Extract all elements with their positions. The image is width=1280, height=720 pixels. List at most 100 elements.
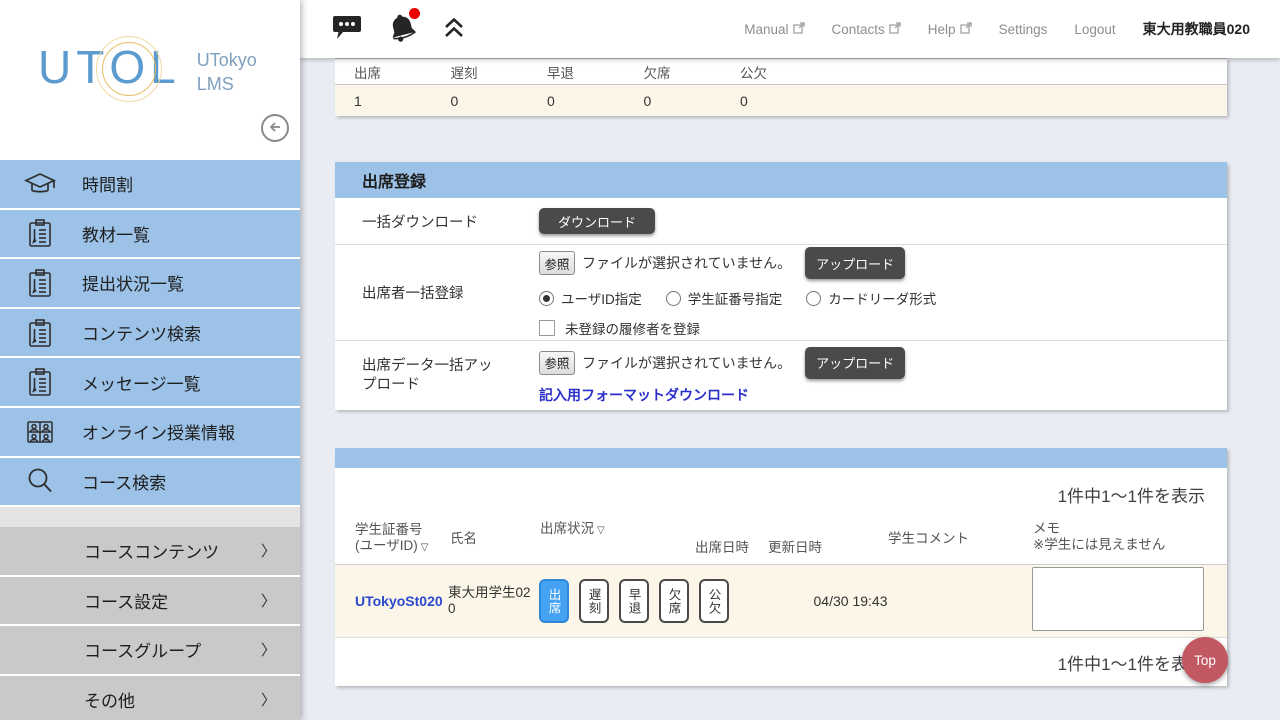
topbar: Manual Contacts Help Settings Logout 東 (300, 0, 1280, 58)
summary-col-header: 出席 (354, 62, 451, 82)
summary-value-row: 1 0 0 0 0 (335, 85, 1227, 116)
sidebar-item-messages[interactable]: メッセージ一覧 (0, 358, 300, 408)
col-update-date: 更新日時 (768, 540, 822, 556)
sort-icon: ▽ (597, 525, 605, 536)
status-button-late[interactable]: 遅刻 (579, 579, 609, 623)
status-button-excused[interactable]: 公欠 (699, 579, 729, 623)
logo-sub-line1: UTokyo (197, 48, 257, 72)
sidebar-item-label: 教材一覧 (82, 221, 150, 246)
summary-value: 0 (451, 93, 548, 109)
sidebar-collapse-button[interactable] (261, 114, 289, 142)
sidebar-item-label: コンテンツ検索 (82, 320, 201, 345)
col-memo: メモ ※学生には見えません (1033, 521, 1165, 553)
link-label: Settings (999, 22, 1048, 37)
sidebar-item-label: コースコンテンツ (84, 538, 219, 563)
sidebar-item-label: コース検索 (82, 469, 166, 494)
upload-button[interactable]: アップロード (805, 347, 905, 379)
result-count-bottom: 1件中1〜1件を表示 (335, 638, 1227, 686)
external-link-icon (889, 22, 901, 37)
external-link-icon (793, 22, 805, 37)
bulk-download-row: 一括ダウンロード ダウンロード (335, 198, 1227, 245)
collapse-topbar-button[interactable] (442, 16, 466, 43)
radio-student-number[interactable] (666, 291, 681, 306)
download-button[interactable]: ダウンロード (539, 208, 655, 234)
sidebar-item-label: コースグループ (84, 637, 201, 662)
col-student-id[interactable]: 学生証番号 (ユーザID)▽ (355, 522, 428, 554)
logo-part2: O (109, 40, 150, 94)
attendance-register-panel: 出席登録 一括ダウンロード ダウンロード 出席者一括登録 参照 ファイルが選択さ… (335, 162, 1227, 410)
clipboard-icon (22, 317, 58, 349)
student-row: UTokyoSt020 東大用学生020 出席 遅刻 早退 欠席 公欠 04/3… (335, 565, 1227, 638)
upload-button[interactable]: アップロード (805, 247, 905, 279)
summary-col-header: 欠席 (644, 62, 741, 82)
radio-label: ユーザID指定 (561, 288, 642, 308)
sidebar-item-label: 提出状況一覧 (82, 270, 184, 295)
summary-value: 0 (740, 93, 837, 109)
sidebar-item-course-contents[interactable]: コースコンテンツ 〉 (0, 527, 300, 577)
status-button-group: 出席 遅刻 早退 欠席 公欠 (539, 579, 769, 623)
logo-subtitle: UTokyo LMS (197, 48, 257, 97)
status-button-absent[interactable]: 欠席 (659, 579, 689, 623)
chat-button[interactable] (332, 14, 362, 44)
summary-col-header: 遅刻 (451, 62, 548, 82)
contacts-link[interactable]: Contacts (832, 22, 901, 37)
manual-link[interactable]: Manual (744, 22, 804, 37)
logout-link[interactable]: Logout (1074, 22, 1115, 37)
status-button-present[interactable]: 出席 (539, 579, 569, 623)
summary-value: 0 (547, 93, 644, 109)
link-label: Manual (744, 22, 788, 37)
memo-cell (1032, 567, 1227, 636)
chevron-right-icon: 〉 (261, 689, 276, 710)
browse-file-button[interactable]: 参照 (539, 251, 575, 275)
radio-card-reader[interactable] (806, 291, 821, 306)
sidebar-item-course-search[interactable]: コース検索 (0, 458, 300, 508)
row-label: 一括ダウンロード (335, 198, 539, 244)
format-download-link[interactable]: 記入用フォーマットダウンロード (539, 385, 749, 405)
sidebar-item-content-search[interactable]: コンテンツ検索 (0, 309, 300, 359)
update-datetime: 04/30 19:43 (769, 593, 932, 609)
logo-text: UTOL (38, 40, 181, 94)
chevron-right-icon: 〉 (261, 639, 276, 660)
link-label: Contacts (832, 22, 885, 37)
help-link[interactable]: Help (928, 22, 972, 37)
clipboard-icon (22, 217, 58, 249)
sidebar-item-label: メッセージ一覧 (82, 370, 201, 395)
sidebar-item-online-class[interactable]: オンライン授業情報 (0, 408, 300, 458)
settings-link[interactable]: Settings (999, 22, 1048, 37)
bulk-register-row: 出席者一括登録 参照 ファイルが選択されていません。 アップロード ユーザID指… (335, 245, 1227, 341)
sidebar-item-label: 時間割 (82, 171, 133, 196)
attendance-summary-table: 出席 遅刻 早退 欠席 公欠 1 0 0 0 0 (335, 58, 1227, 116)
topbar-links: Manual Contacts Help Settings Logout 東 (744, 19, 1250, 39)
sidebar-item-materials[interactable]: 教材一覧 (0, 210, 300, 260)
student-id-link[interactable]: UTokyoSt020 (335, 593, 448, 609)
checkbox-label: 未登録の履修者を登録 (565, 318, 700, 338)
sidebar-item-label: オンライン授業情報 (82, 419, 235, 444)
sidebar-item-timetable[interactable]: 時間割 (0, 160, 300, 210)
chevron-right-icon: 〉 (261, 590, 276, 611)
col-student-comment: 学生コメント (888, 531, 969, 547)
clipboard-icon (22, 267, 58, 299)
col-status[interactable]: 出席状況▽ (540, 521, 605, 537)
status-header-row: 学生証番号 (ユーザID)▽ 氏名 出席状況▽ 出席日時 更新日時 学生コメント… (335, 510, 1227, 565)
radio-label: 学生証番号指定 (688, 288, 783, 308)
sidebar-item-others[interactable]: その他 〉 (0, 676, 300, 720)
radio-user-id[interactable] (539, 291, 554, 306)
sidebar-divider (0, 507, 300, 527)
col-name: 氏名 (450, 531, 477, 547)
sidebar-item-course-settings[interactable]: コース設定 〉 (0, 577, 300, 627)
status-button-leave-early[interactable]: 早退 (619, 579, 649, 623)
register-unenrolled-checkbox[interactable] (539, 320, 555, 336)
browse-file-button[interactable]: 参照 (539, 351, 575, 375)
summary-header-row: 出席 遅刻 早退 欠席 公欠 (335, 58, 1227, 85)
notification-badge (409, 8, 420, 19)
sidebar-item-submission-status[interactable]: 提出状況一覧 (0, 259, 300, 309)
app-root: UTOL UTokyo LMS 時間割 (0, 0, 1280, 720)
notifications-button[interactable] (386, 12, 418, 47)
sidebar-item-course-group[interactable]: コースグループ 〉 (0, 626, 300, 676)
chat-icon (332, 14, 362, 44)
search-icon (22, 465, 58, 497)
external-link-icon (960, 22, 972, 37)
back-arrow-icon (266, 118, 284, 139)
memo-textarea[interactable] (1032, 567, 1204, 631)
scroll-to-top-button[interactable]: Top (1182, 637, 1228, 683)
